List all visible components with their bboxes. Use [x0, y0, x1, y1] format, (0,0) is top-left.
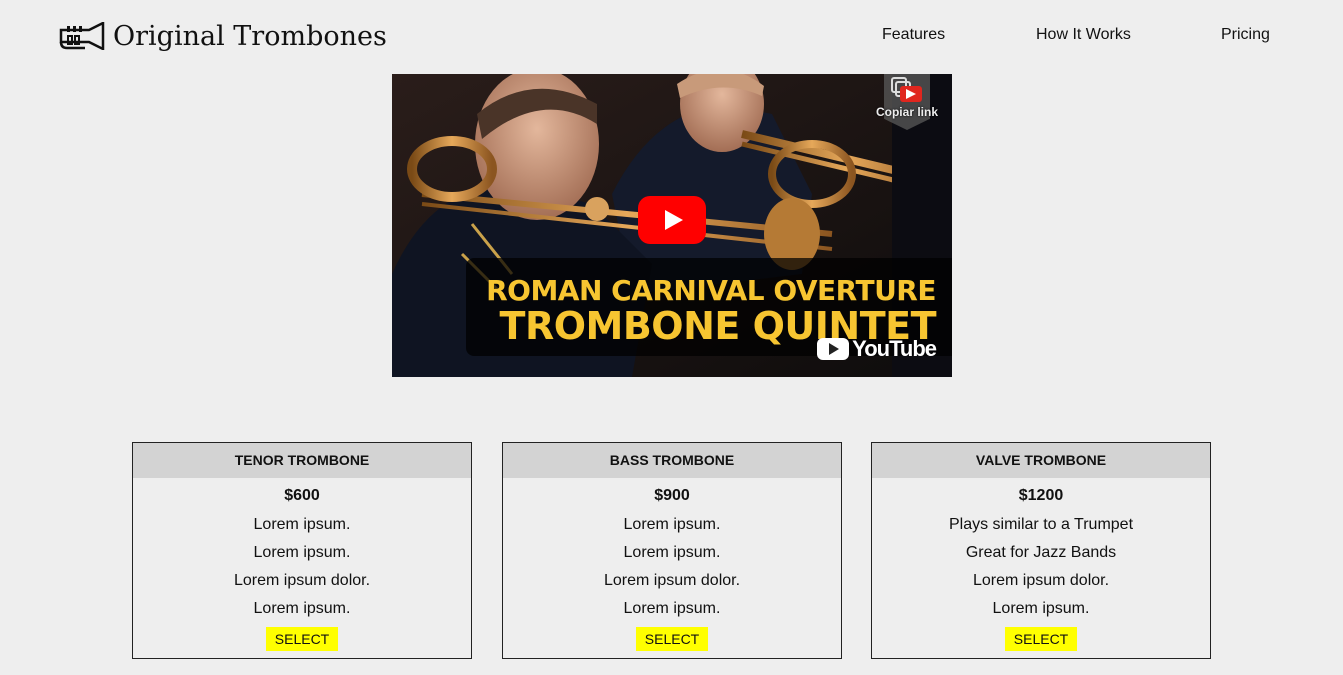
video-player[interactable]: Copiar link ROMAN CARNIVAL OVERTURE TROM…: [392, 74, 952, 377]
product-feature: Lorem ipsum.: [623, 544, 721, 561]
product-card-valve: VALVE TROMBONE $1200 Plays similar to a …: [871, 442, 1211, 659]
product-feature: Plays similar to a Trumpet: [948, 516, 1134, 533]
product-feature: Lorem ipsum.: [623, 516, 721, 533]
product-card-title: TENOR TROMBONE: [133, 443, 471, 478]
select-button[interactable]: SELECT: [1005, 627, 1077, 651]
product-feature: Lorem ipsum dolor.: [603, 572, 741, 589]
product-feature: Lorem ipsum.: [253, 600, 351, 617]
product-card-price: $900: [654, 487, 690, 504]
product-card-features: Lorem ipsum. Lorem ipsum. Lorem ipsum do…: [133, 511, 471, 623]
product-card-features: Plays similar to a Trumpet Great for Jaz…: [872, 511, 1210, 623]
product-card-title: VALVE TROMBONE: [872, 443, 1210, 478]
copy-link-label: Copiar link: [875, 105, 938, 119]
select-button[interactable]: SELECT: [636, 627, 708, 651]
product-feature: Lorem ipsum.: [253, 544, 351, 561]
youtube-play-icon: [817, 338, 850, 360]
copy-icon: [891, 77, 922, 102]
product-card-tenor: TENOR TROMBONE $600 Lorem ipsum. Lorem i…: [132, 442, 472, 659]
nav-link-how-it-works[interactable]: How It Works: [1036, 26, 1131, 44]
product-feature: Lorem ipsum dolor.: [233, 572, 371, 589]
copy-link-button[interactable]: Copiar link: [876, 74, 938, 130]
product-card-price: $600: [284, 487, 320, 504]
nav-link-pricing[interactable]: Pricing: [1221, 26, 1270, 44]
main-nav: Features How It Works Pricing: [0, 26, 1343, 48]
nav-link-features[interactable]: Features: [882, 26, 945, 44]
product-feature: Lorem ipsum.: [623, 600, 721, 617]
product-feature: Lorem ipsum dolor.: [972, 572, 1110, 589]
select-button[interactable]: SELECT: [266, 627, 338, 651]
product-card-title: BASS TROMBONE: [503, 443, 841, 478]
site-header: Original Trombones Features How It Works…: [0, 0, 1343, 72]
play-button[interactable]: [638, 196, 706, 244]
video-title-line-1: ROMAN CARNIVAL OVERTURE: [486, 274, 936, 307]
product-card-bass: BASS TROMBONE $900 Lorem ipsum. Lorem ip…: [502, 442, 842, 659]
product-card-features: Lorem ipsum. Lorem ipsum. Lorem ipsum do…: [503, 511, 841, 623]
youtube-logo[interactable]: YouTube: [817, 336, 937, 362]
product-feature: Lorem ipsum.: [992, 600, 1090, 617]
product-card-price: $1200: [1018, 487, 1064, 504]
product-feature: Lorem ipsum.: [253, 516, 351, 533]
youtube-brand-text: YouTube: [852, 336, 937, 361]
product-feature: Great for Jazz Bands: [965, 544, 1117, 561]
